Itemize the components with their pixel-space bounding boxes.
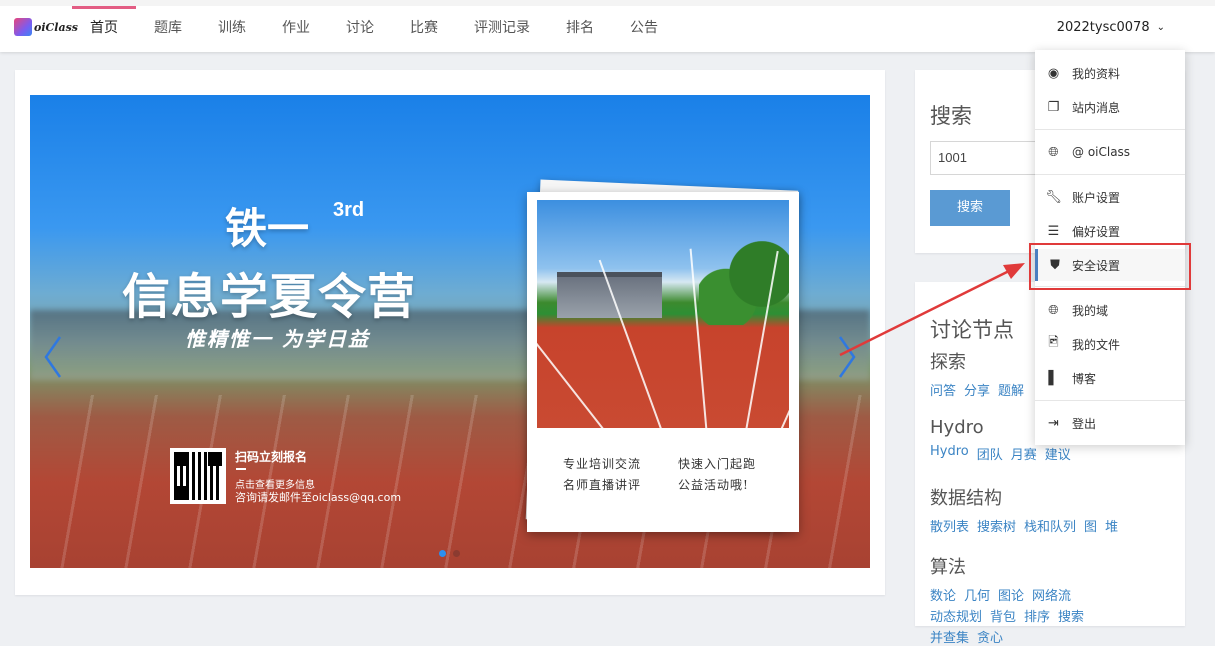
menu-divider: [1035, 174, 1185, 175]
banner-title-superscript: 3rd: [333, 199, 365, 221]
carousel-banner[interactable]: 铁一 3rd 信息学夏令营 惟精惟一 为学日益 扫码立刻报名 点击查看更多信息 …: [30, 95, 870, 568]
node-link[interactable]: 几何: [964, 585, 990, 604]
carousel-dot-1[interactable]: [439, 550, 446, 557]
nav-item-ranking[interactable]: 排名: [548, 6, 612, 52]
logout-icon: ⇥: [1048, 415, 1059, 431]
stadium-photo: [537, 200, 789, 428]
node-link[interactable]: 图论: [998, 585, 1024, 604]
username: 2022tysc0078: [1056, 20, 1150, 35]
node-link[interactable]: 堆: [1105, 516, 1118, 535]
annotation-arrow-icon: [839, 263, 1025, 357]
node-link[interactable]: 月赛: [1011, 444, 1037, 463]
top-navbar: oiClass 首页 题库 训练 作业 讨论 比赛 评测记录 排名 公告 202…: [0, 0, 1215, 52]
banner-title-line2: 信息学夏令营: [122, 269, 417, 325]
node-link[interactable]: 分享: [964, 380, 990, 399]
node-link[interactable]: 排序: [1024, 606, 1050, 625]
qr-divider: [236, 468, 246, 470]
menu-item-profile[interactable]: ◉ 我的资料: [1035, 57, 1185, 89]
node-link[interactable]: 动态规划: [930, 606, 982, 625]
nav-item-training[interactable]: 训练: [200, 6, 264, 52]
carousel-prev-button[interactable]: [42, 335, 64, 379]
user-circle-icon: ◉: [1047, 65, 1060, 81]
node-link[interactable]: 散列表: [930, 516, 969, 535]
chevron-down-icon: ⌄: [1156, 22, 1165, 33]
banner-subtitle: 惟精惟一 为学日益: [185, 327, 370, 351]
nav-item-records[interactable]: 评测记录: [456, 6, 548, 52]
menu-item-logout[interactable]: ⇥ 登出: [1035, 407, 1185, 439]
node-link[interactable]: 搜索: [1058, 606, 1084, 625]
photo-caption-right: 快速入门起跑 公益活动哦!: [678, 457, 757, 492]
logo[interactable]: oiClass: [14, 18, 78, 36]
node-link[interactable]: 贪心: [977, 627, 1003, 646]
node-link[interactable]: 背包: [990, 606, 1016, 625]
logo-icon: [14, 18, 32, 36]
nav-item-problems[interactable]: 题库: [136, 6, 200, 52]
nav-item-announcement[interactable]: 公告: [612, 6, 676, 52]
menu-item-blog[interactable]: ▌ 博客: [1035, 362, 1185, 394]
nav-item-contest[interactable]: 比赛: [392, 6, 456, 52]
node-group-algorithms: 算法 数论 几何 图论 网络流 动态规划 背包 排序 搜索 并查集 贪心: [930, 557, 1085, 646]
menu-item-messages[interactable]: ❐ 站内消息: [1035, 91, 1185, 123]
globe-icon: 🌐︎: [1048, 144, 1059, 160]
qr-info-line2: 咨询请发邮件至oiclass@qq.com: [235, 491, 402, 504]
photo-card: 专业培训交流 名师直播讲评 快速入门起跑 公益活动哦!: [527, 192, 799, 532]
carousel-indicators: [439, 550, 460, 557]
node-group-data-structures: 数据结构 散列表 搜索树 栈和队列 图 堆: [930, 488, 1119, 535]
wrench-icon: 🔧︎: [1045, 189, 1062, 205]
nav-item-homework[interactable]: 作业: [264, 6, 328, 52]
search-button[interactable]: 搜索: [930, 190, 1010, 226]
qr-title: 扫码立刻报名: [235, 450, 308, 464]
node-link[interactable]: 团队: [977, 444, 1003, 463]
qr-code: [170, 448, 226, 504]
node-link[interactable]: 栈和队列: [1024, 516, 1076, 535]
book-icon: ▌: [1048, 370, 1059, 386]
node-link[interactable]: 图: [1084, 516, 1097, 535]
node-link[interactable]: 搜索树: [977, 516, 1016, 535]
nav-item-home[interactable]: 首页: [72, 6, 136, 52]
highlight-box: [1029, 243, 1191, 290]
file-image-icon: 🖻︎: [1048, 335, 1059, 350]
carousel-card: 铁一 3rd 信息学夏令营 惟精惟一 为学日益 扫码立刻报名 点击查看更多信息 …: [15, 70, 885, 595]
node-link[interactable]: 问答: [930, 380, 956, 399]
banner-title-line1: 铁一: [225, 204, 310, 253]
node-link[interactable]: 题解: [998, 380, 1024, 399]
nav-item-discuss[interactable]: 讨论: [328, 6, 392, 52]
menu-divider: [1035, 129, 1185, 130]
node-link[interactable]: 建议: [1045, 444, 1071, 463]
menu-item-my-files[interactable]: 🖻︎ 我的文件: [1035, 328, 1185, 360]
carousel-dot-2[interactable]: [453, 550, 460, 557]
messages-icon: ❐: [1047, 99, 1060, 115]
menu-item-domain-home[interactable]: 🌐︎ @ oiClass: [1035, 136, 1185, 168]
node-link[interactable]: Hydro: [930, 444, 969, 463]
globe-icon: 🌐︎: [1048, 302, 1059, 318]
node-link[interactable]: 数论: [930, 585, 956, 604]
nav-menu: 首页 题库 训练 作业 讨论 比赛 评测记录 排名 公告: [72, 6, 676, 52]
node-link[interactable]: 并查集: [930, 627, 969, 646]
photo-caption-left: 专业培训交流 名师直播讲评: [563, 457, 642, 492]
menu-divider: [1035, 400, 1185, 401]
search-title: 搜索: [930, 104, 972, 128]
sliders-icon: ☰: [1047, 223, 1060, 239]
menu-item-my-domains[interactable]: 🌐︎ 我的域: [1035, 294, 1185, 326]
user-menu-toggle[interactable]: 2022tysc0078 ⌄: [1057, 20, 1165, 35]
menu-item-account-settings[interactable]: 🔧︎ 账户设置: [1035, 181, 1185, 213]
node-link[interactable]: 网络流: [1032, 585, 1071, 604]
